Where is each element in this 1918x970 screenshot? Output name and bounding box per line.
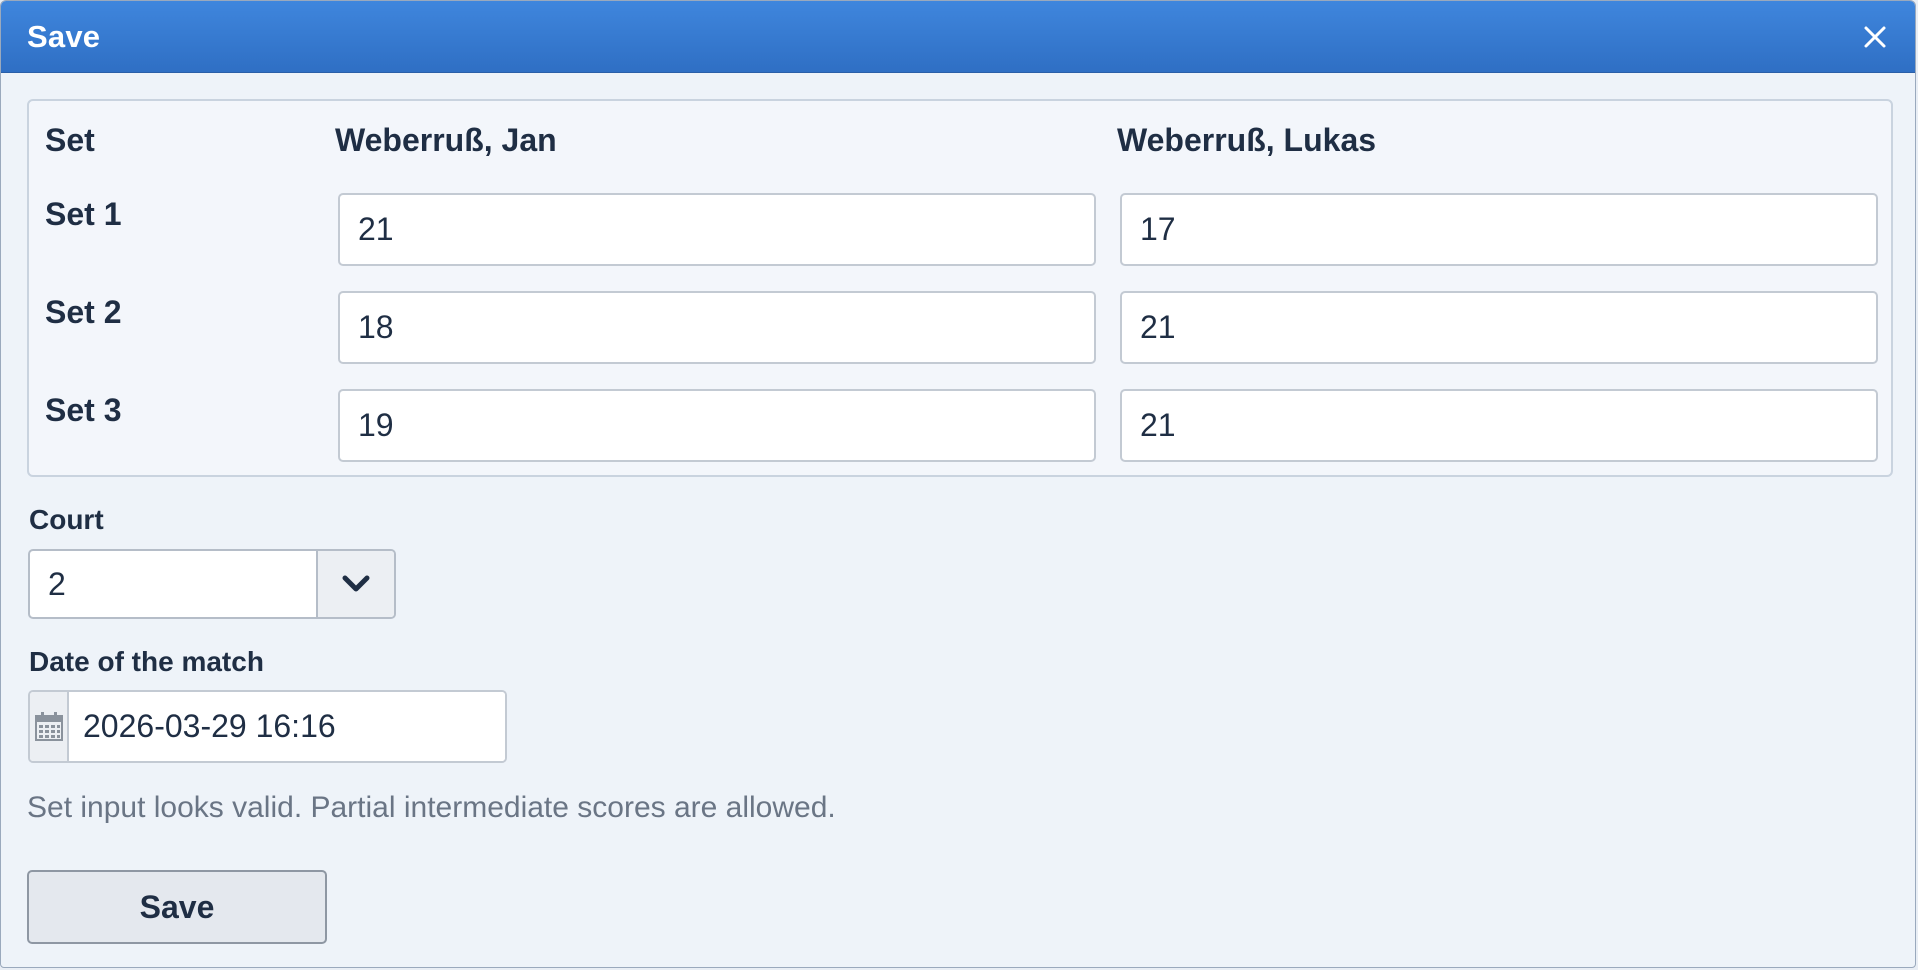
match-date-label: Date of the match — [29, 646, 264, 677]
player1-name: Weberruß, Jan — [335, 122, 557, 158]
court-select[interactable]: 2 — [28, 549, 396, 619]
dialog-titlebar: Save — [1, 1, 1915, 73]
dialog-title: Save — [27, 18, 101, 54]
set-3-player1-score[interactable] — [338, 389, 1096, 462]
validation-hint: Set input looks valid. Partial intermedi… — [27, 791, 836, 824]
set-1-label: Set 1 — [45, 196, 122, 232]
match-date-input[interactable] — [69, 692, 505, 761]
player2-name: Weberruß, Lukas — [1117, 122, 1377, 158]
set-3-label: Set 3 — [45, 392, 122, 428]
match-date-field — [28, 690, 507, 763]
set-2-player1-score[interactable] — [338, 291, 1096, 364]
sets-panel: Set Weberruß, Jan Weberruß, Lukas Set 1 … — [27, 99, 1893, 477]
court-label: Court — [29, 504, 104, 535]
court-selected-value: 2 — [48, 565, 66, 602]
set-column-header: Set — [45, 122, 95, 158]
set-2-player2-score[interactable] — [1120, 291, 1878, 364]
set-1-player1-score[interactable] — [338, 193, 1096, 266]
close-icon[interactable] — [1857, 19, 1893, 55]
set-2-label: Set 2 — [45, 294, 122, 330]
save-dialog: Save Set Weberruß, Jan Weberruß, Lukas S… — [0, 0, 1916, 968]
chevron-down-icon[interactable] — [316, 551, 394, 617]
set-1-player2-score[interactable] — [1120, 193, 1878, 266]
set-3-player2-score[interactable] — [1120, 389, 1878, 462]
save-button[interactable]: Save — [27, 870, 327, 944]
calendar-icon[interactable] — [30, 692, 69, 761]
